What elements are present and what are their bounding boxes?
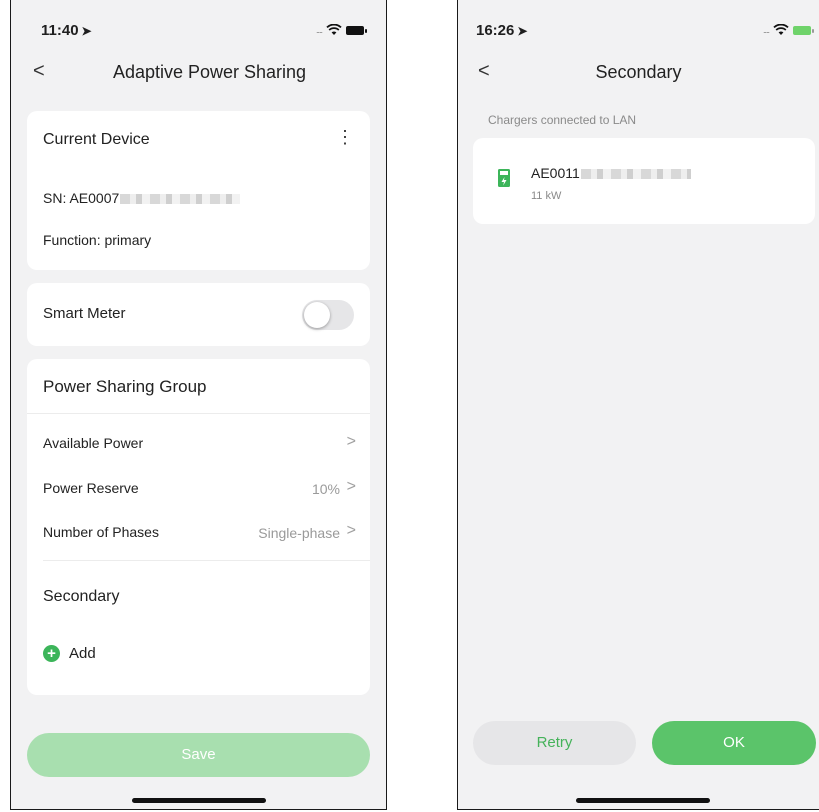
add-label: Add — [69, 645, 96, 662]
signal-icon: .... — [762, 25, 770, 35]
location-arrow-icon: ➤ — [81, 24, 92, 38]
section-label: Chargers connected to LAN — [488, 113, 637, 127]
toggle-knob — [304, 302, 330, 328]
location-arrow-icon: ➤ — [517, 24, 528, 38]
current-device-heading: Current Device — [43, 131, 150, 148]
current-device-card: Current Device ⋮ SN: AE0007 Function: pr… — [27, 111, 370, 270]
status-time: 11:40 ➤ — [41, 22, 92, 39]
secondary-heading: Secondary — [43, 588, 120, 605]
wifi-icon — [773, 24, 789, 35]
redacted-serial — [120, 194, 241, 205]
smart-meter-toggle[interactable] — [302, 300, 354, 330]
function-label: Function: primary — [43, 232, 152, 248]
home-indicator — [132, 798, 266, 803]
ok-button[interactable]: OK — [652, 721, 816, 765]
chevron-right-icon: > — [346, 478, 356, 495]
power-reserve-label: Power Reserve — [43, 480, 139, 496]
number-of-phases-label: Number of Phases — [43, 524, 159, 540]
more-options-icon[interactable]: ⋮ — [336, 127, 354, 148]
status-bar: 11:40 ➤ .... — [11, 22, 386, 42]
page-title: Adaptive Power Sharing — [112, 62, 307, 82]
redacted-serial — [580, 169, 691, 180]
status-bar: 16:26 ➤ .... — [458, 22, 819, 42]
charger-icon — [498, 169, 510, 187]
number-of-phases-value: Single-phase — [258, 525, 340, 541]
divider — [43, 560, 370, 561]
chevron-right-icon: > — [346, 522, 356, 539]
battery-icon — [346, 25, 367, 35]
nav-bar: < Secondary — [458, 58, 819, 88]
page-title: Secondary — [595, 62, 682, 82]
available-power-label: Available Power — [43, 435, 144, 451]
charger-power: 11 kW — [531, 190, 562, 202]
retry-button[interactable]: Retry — [473, 721, 636, 765]
charger-list-item[interactable]: AE0011 11 kW — [473, 138, 815, 224]
charger-serial: AE0011 — [531, 165, 691, 181]
plus-circle-icon: + — [43, 645, 60, 662]
home-indicator — [576, 798, 710, 803]
chevron-right-icon: > — [346, 433, 356, 450]
nav-bar: < Adaptive Power Sharing — [11, 58, 386, 88]
power-reserve-value: 10% — [311, 481, 340, 497]
smart-meter-card: Smart Meter — [27, 283, 370, 346]
signal-icon: .... — [315, 25, 323, 35]
save-button[interactable]: Save — [27, 733, 370, 777]
wifi-icon — [326, 24, 342, 35]
status-time: 16:26 ➤ — [476, 22, 528, 39]
battery-charging-icon — [793, 25, 814, 35]
divider — [27, 413, 370, 414]
power-sharing-group-heading: Power Sharing Group — [43, 377, 207, 396]
phone-screen-adaptive-power-sharing: 11:40 ➤ .... < Adaptive Power Sharing Cur… — [10, 0, 387, 810]
phone-screen-secondary: 16:26 ➤ .... < Secondary Chargers connect… — [457, 0, 819, 810]
serial-number: SN: AE0007 — [43, 190, 241, 206]
power-sharing-group-card: Power Sharing Group Available Power > Po… — [27, 359, 370, 695]
smart-meter-label: Smart Meter — [43, 305, 126, 322]
